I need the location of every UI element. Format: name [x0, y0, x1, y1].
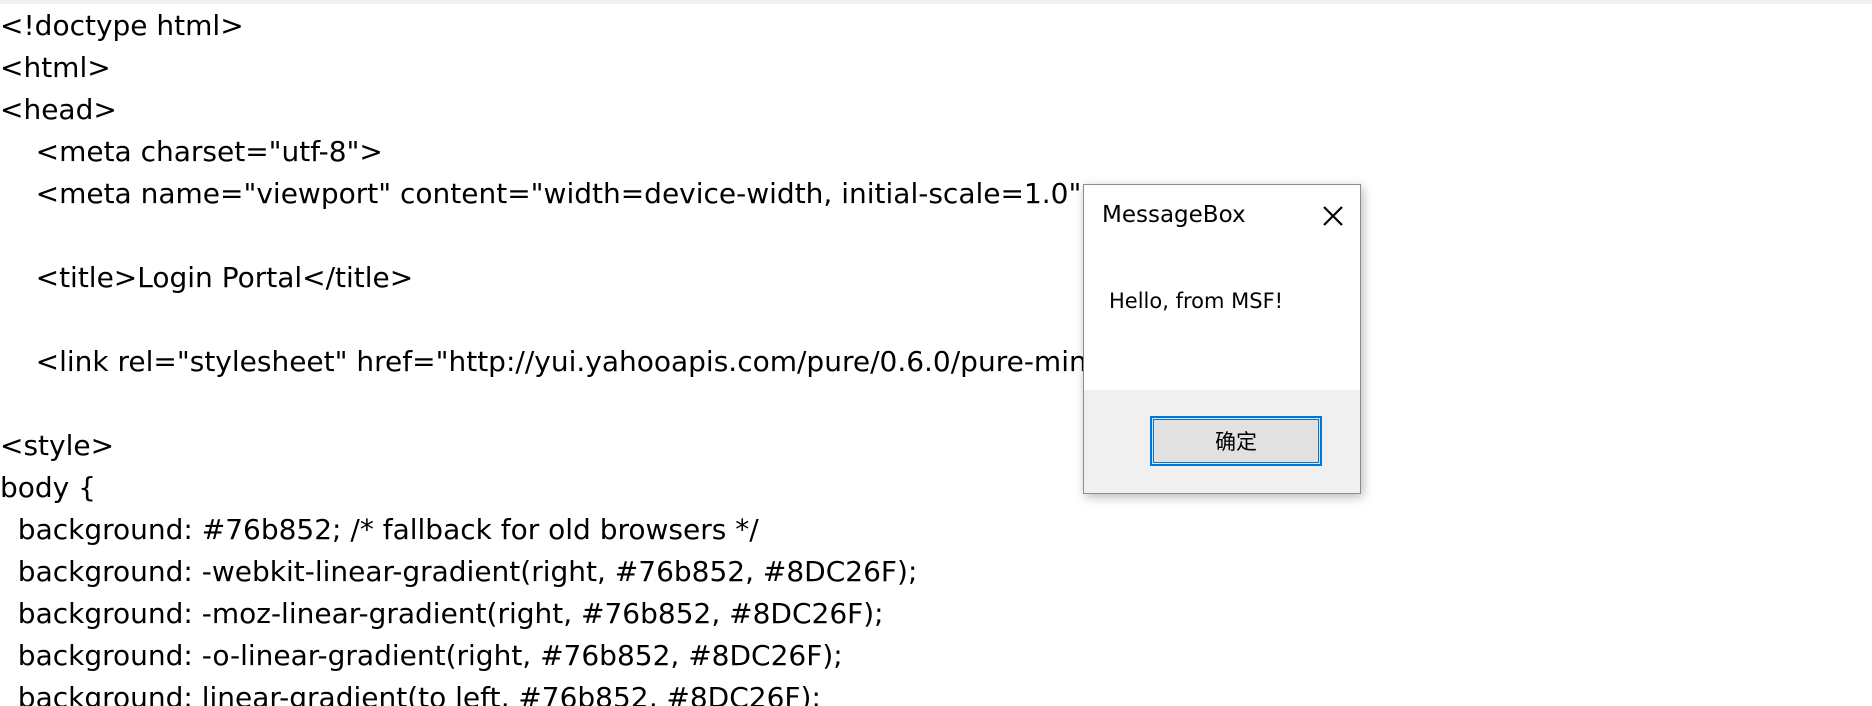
- dialog-title: MessageBox: [1102, 202, 1246, 228]
- code-line: background: -moz-linear-gradient(right, …: [0, 597, 884, 630]
- dialog-message: Hello, from MSF!: [1109, 289, 1284, 313]
- code-line: background: linear-gradient(to left, #76…: [0, 681, 821, 706]
- dialog-button-area: 确定: [1084, 390, 1360, 493]
- code-line: body {: [0, 471, 96, 504]
- code-line: <meta name="viewport" content="width=dev…: [0, 177, 1105, 210]
- close-icon[interactable]: [1316, 199, 1350, 233]
- code-line: background: -webkit-linear-gradient(righ…: [0, 555, 918, 588]
- code-line: <title>Login Portal</title>: [0, 261, 414, 294]
- message-box-dialog: MessageBox Hello, from MSF! 确定: [1083, 184, 1361, 494]
- code-line: <link rel="stylesheet" href="http://yui.…: [0, 345, 1177, 378]
- code-line: background: #76b852; /* fallback for old…: [0, 513, 759, 546]
- ok-button[interactable]: 确定: [1150, 416, 1322, 466]
- code-line: background: -o-linear-gradient(right, #7…: [0, 639, 843, 672]
- code-line: <meta charset="utf-8">: [0, 135, 383, 168]
- code-line: <!doctype html>: [0, 9, 244, 42]
- code-line: <style>: [0, 429, 115, 462]
- dialog-title-bar[interactable]: MessageBox: [1084, 185, 1360, 245]
- code-line: <head>: [0, 93, 117, 126]
- dialog-body: Hello, from MSF!: [1084, 245, 1360, 390]
- code-line: <html>: [0, 51, 111, 84]
- desktop-screen: <!doctype html> <html> <head> <meta char…: [0, 0, 1872, 706]
- source-code-view: <!doctype html> <html> <head> <meta char…: [0, 0, 1872, 706]
